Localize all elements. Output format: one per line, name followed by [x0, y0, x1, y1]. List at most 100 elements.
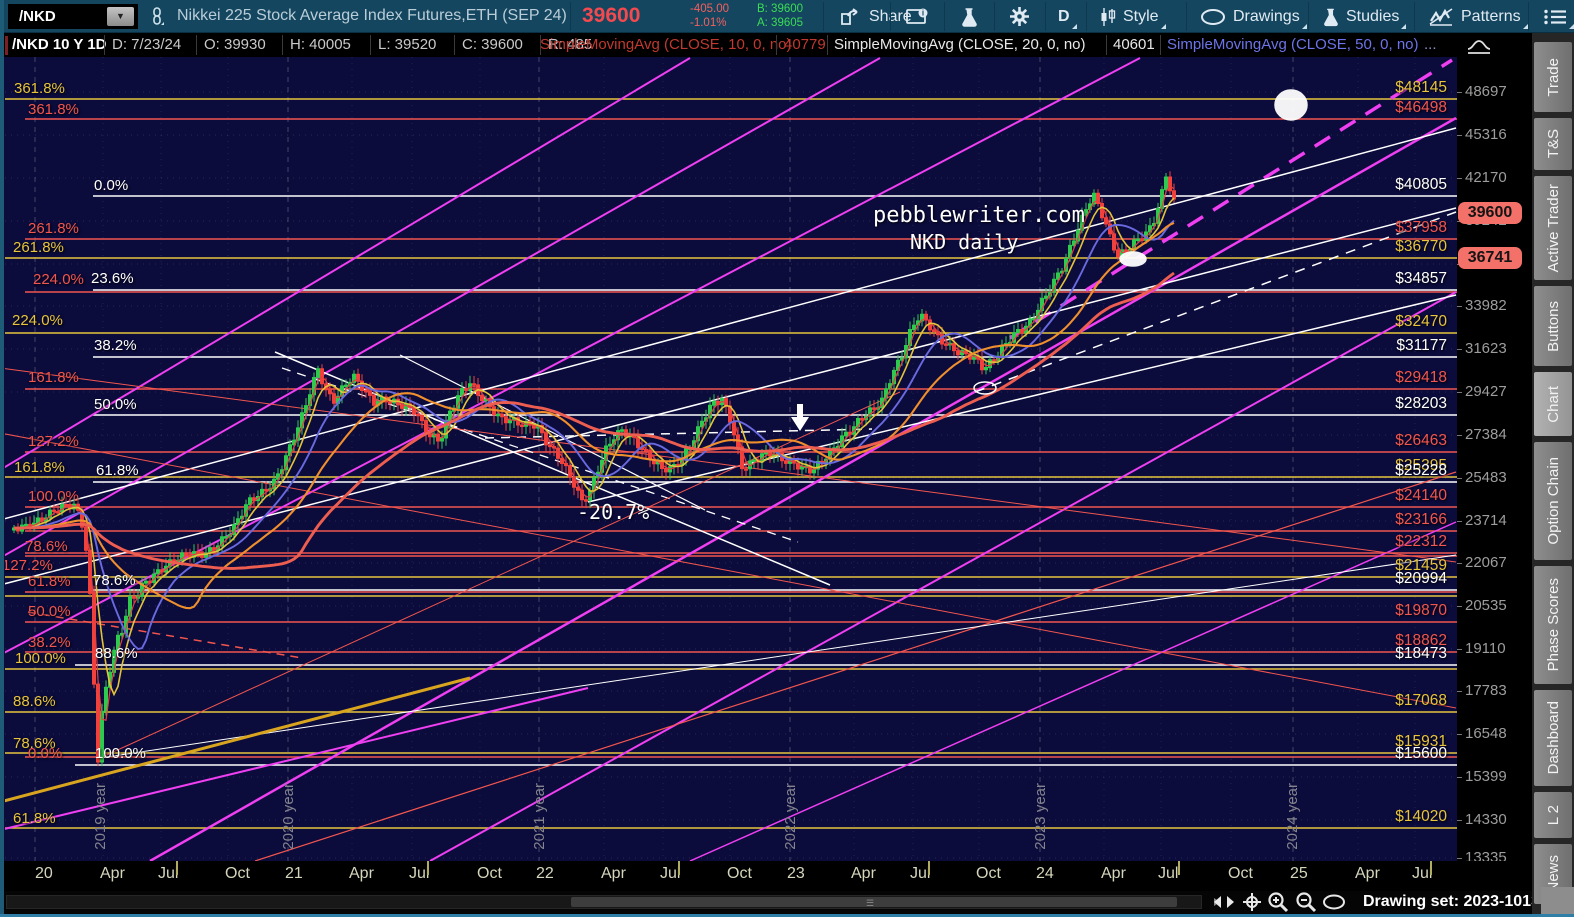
fib-level-label: 50.0%: [94, 396, 137, 413]
time-axis-tick: 25: [1290, 865, 1308, 882]
sidebar-tab-l-2[interactable]: L 2: [1534, 792, 1572, 838]
sidebar-tab-trade[interactable]: Trade: [1534, 42, 1572, 112]
bottom-bar: ☰ Drawing set: 2023-1013: [0, 891, 1552, 914]
zoom-in-button[interactable]: [1266, 892, 1290, 913]
zoom-in-icon: [1268, 892, 1289, 913]
year-watermark-label: 2024 year: [1284, 783, 1301, 850]
chart-expand-icon[interactable]: [1466, 37, 1492, 55]
price-level-label: $48145: [1395, 79, 1447, 96]
last-price: 39600: [582, 4, 641, 27]
ask-value: A: 39605: [757, 16, 804, 29]
year-watermark-label: 2022 year: [782, 783, 799, 850]
time-axis-tick: 20: [35, 865, 53, 882]
time-axis-tick: Apr: [601, 865, 626, 882]
gear-icon: [1010, 7, 1029, 26]
price-change: -405.00 -1.01%: [690, 3, 730, 29]
sidebar-tab-active-trader[interactable]: Active Trader: [1534, 176, 1572, 280]
menu-button[interactable]: [1533, 0, 1574, 33]
studies-overflow[interactable]: ...: [1424, 36, 1437, 53]
list-menu-icon: [1544, 9, 1566, 24]
patterns-button[interactable]: Patterns: [1418, 0, 1531, 33]
price-axis-tick: 45316: [1465, 126, 1507, 143]
sidebar-tab-label: Buttons: [1544, 300, 1562, 352]
price-level-label: $26463: [1395, 432, 1447, 449]
price-axis-tick: 42170: [1465, 169, 1507, 186]
bid-value: B: 39600: [757, 3, 804, 15]
fib-level-label: 38.2%: [28, 634, 71, 651]
zoom-out-button[interactable]: [1294, 892, 1318, 913]
style-button[interactable]: Style: [1090, 0, 1169, 33]
news-info-icon: i: [906, 8, 928, 24]
status-accent-bar: [5, 36, 8, 55]
trendline: [5, 368, 1457, 563]
drawing-set-selector[interactable]: Drawing set: 2023-1013: [1363, 893, 1552, 911]
flask-icon: [962, 7, 977, 27]
chart-status-row: /NKD 10 Y 1D D: 7/23/24 O: 39930 H: 40005 L…: [0, 33, 1574, 57]
fib-level-label: 224.0%: [33, 271, 84, 288]
sidebar-tab-t-s[interactable]: T&S: [1534, 118, 1572, 170]
sidebar-tab-label: Option Chain: [1544, 457, 1562, 545]
price-level-label: $17068: [1395, 692, 1447, 709]
time-axis-tick: Apr: [1355, 865, 1380, 882]
scrollbar-thumb[interactable]: ☰: [571, 897, 1177, 908]
time-axis-tick: Oct: [727, 865, 752, 882]
sidebar-tab-buttons[interactable]: Buttons: [1534, 286, 1572, 366]
chart-plot-area[interactable]: 361.8% 361.8% 0.0% 261.8% 261.8% 224.0% 23.6% 2…: [5, 57, 1457, 861]
chart-canvas: [5, 57, 1457, 861]
fit-width-button[interactable]: [1212, 892, 1236, 912]
price-axis-tick: 23714: [1465, 512, 1507, 529]
link-charts-icon[interactable]: [150, 7, 164, 27]
price-axis-tick: 31623: [1465, 340, 1507, 357]
sma20-label[interactable]: SimpleMovingAvg (CLOSE, 20, 0, no): [834, 36, 1086, 53]
candlestick-icon: [1101, 7, 1116, 26]
ohlc-field: O: 39930: [204, 36, 266, 53]
sma50-label[interactable]: SimpleMovingAvg (CLOSE, 50, 0, no): [1167, 36, 1419, 53]
july-gridline-mark: [427, 861, 429, 875]
drawings-button[interactable]: Drawings: [1190, 0, 1310, 33]
symbol-dropdown-button[interactable]: ▼: [107, 7, 134, 26]
sidebar-tab-phase-scores[interactable]: Phase Scores: [1534, 566, 1572, 684]
timeframe-button[interactable]: D: [1048, 0, 1080, 33]
time-axis-tick: 23: [787, 865, 805, 882]
price-level-label: $15600: [1395, 745, 1447, 762]
sidebar-tab-chart[interactable]: Chart: [1534, 372, 1572, 436]
time-axis-tick: Oct: [477, 865, 502, 882]
fib-level-label: 61.8%: [13, 810, 56, 827]
sidebar-tab-label: Chart: [1544, 385, 1562, 423]
time-axis-tick: 21: [285, 865, 303, 882]
year-watermark-label: 2020 year: [280, 783, 297, 850]
price-level-label: $40805: [1395, 176, 1447, 193]
time-axis-tick: Apr: [1101, 865, 1126, 882]
drawdown-annotation: -20.7%: [577, 500, 650, 524]
price-level-label: $23166: [1395, 511, 1447, 528]
price-axis-tick: 29427: [1465, 383, 1507, 400]
ellipse-drawing: [1119, 251, 1147, 267]
price-level-label: $29418: [1395, 369, 1447, 386]
sidebar-tab-option-chain[interactable]: Option Chain: [1534, 442, 1572, 560]
right-sidebar: Trade T&S Active Trader Buttons Chart Option …: [1532, 33, 1574, 917]
time-axis-tick: Oct: [225, 865, 250, 882]
price-level-label: $32470: [1395, 313, 1447, 330]
price-axis[interactable]: 4869745316421703924236517339823162329427…: [1457, 57, 1532, 866]
sidebar-tab-dashboard[interactable]: Dashboard: [1534, 690, 1572, 786]
corner-resize-block[interactable]: [1541, 887, 1574, 914]
year-watermark-label: 2023 year: [1032, 783, 1049, 850]
sidebar-tab-label: Dashboard: [1544, 701, 1562, 775]
alerts-button[interactable]: i: [896, 0, 940, 33]
analysis-tools-button[interactable]: [950, 0, 988, 33]
symbol-input[interactable]: /NKD ▼: [8, 4, 138, 29]
sma10-label[interactable]: SimpleMovingAvg (CLOSE, 10, 0, no): [540, 36, 792, 53]
app-window: /NKD ▼ Nikkei 225 Stock Average Index Fu…: [0, 0, 1574, 917]
price-level-label: $37958: [1395, 219, 1447, 236]
chart-title: Nikkei 225 Stock Average Index Futures,E…: [177, 7, 567, 24]
sidebar-tab-label: T&S: [1544, 129, 1562, 159]
studies-button[interactable]: Studies: [1312, 0, 1409, 33]
settings-button[interactable]: [999, 0, 1040, 33]
chart-scrollbar[interactable]: ☰: [6, 895, 1202, 909]
time-axis[interactable]: 20 Apr Jul Oct 21 Apr Jul Oct 22 Apr Jul Oct 23 Apr Ju…: [0, 861, 1532, 891]
pan-mode-button[interactable]: [1240, 892, 1264, 912]
trendline: [5, 207, 1457, 585]
scrollbar-grip: ☰: [866, 898, 877, 908]
price-level-label: $22312: [1395, 533, 1447, 550]
ellipse-tool-button[interactable]: [1322, 892, 1346, 912]
